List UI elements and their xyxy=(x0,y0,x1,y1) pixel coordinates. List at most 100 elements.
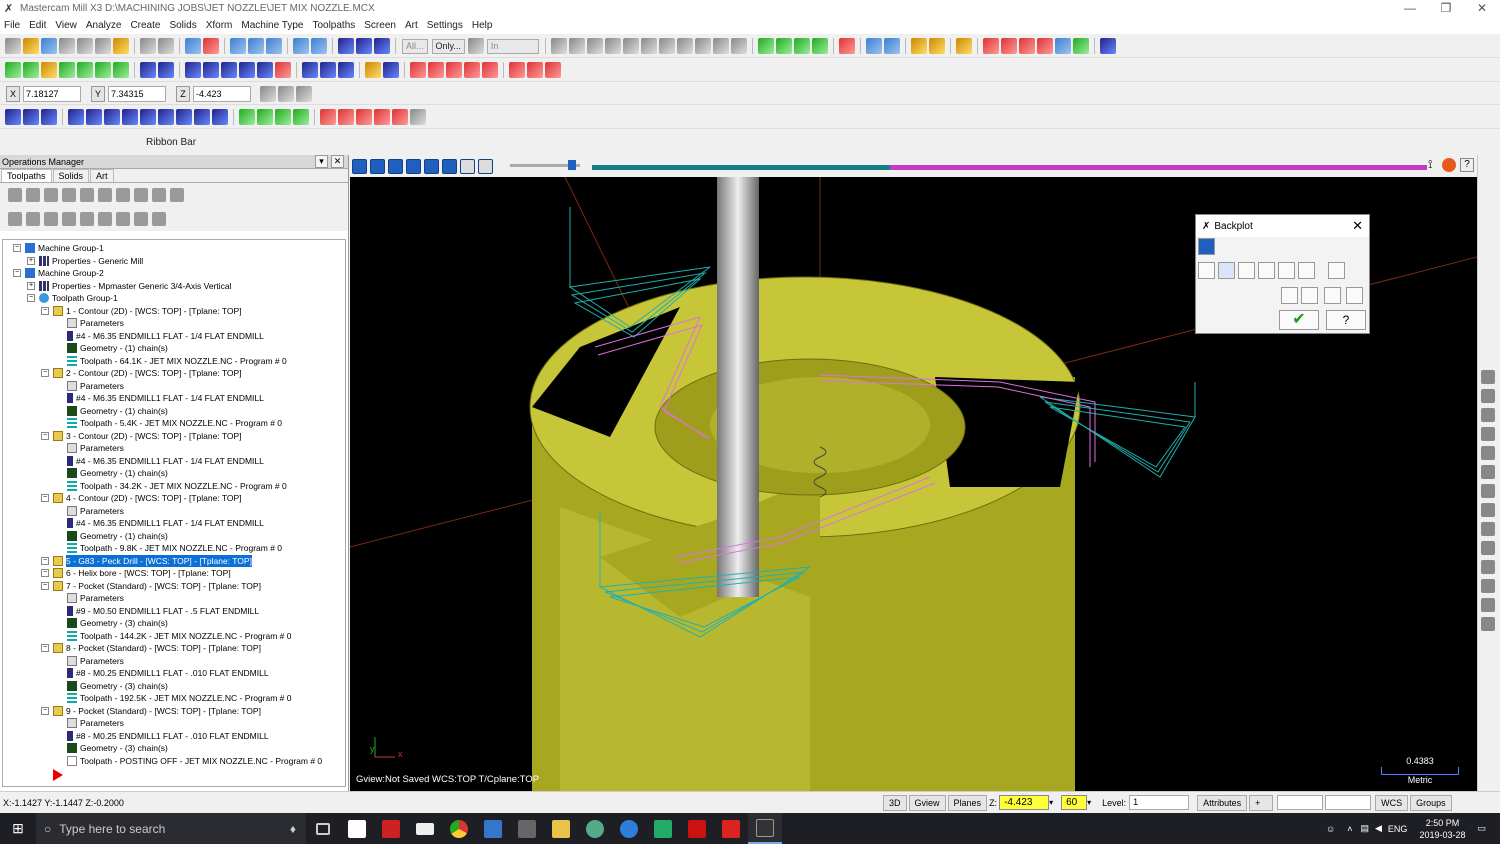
menu-file[interactable]: File xyxy=(4,20,20,31)
analyze-icon[interactable] xyxy=(676,38,693,54)
expand-toggle[interactable]: − xyxy=(41,369,49,377)
zoom-out-icon[interactable] xyxy=(293,38,309,54)
high-feed-icon[interactable] xyxy=(158,109,174,125)
window-icon[interactable] xyxy=(1099,38,1116,54)
tree-item[interactable]: Geometry - (1) chain(s) xyxy=(67,530,168,542)
zoom-window-icon[interactable] xyxy=(230,38,246,54)
backplot-close-button[interactable]: ✕ xyxy=(1352,218,1363,234)
tree-item[interactable]: Toolpath - 64.1K - JET MIX NOZZLE.NC - P… xyxy=(67,355,287,367)
menu-machine-type[interactable]: Machine Type xyxy=(241,20,303,31)
scroll-icon[interactable] xyxy=(374,109,390,125)
attributes-button[interactable]: Attributes xyxy=(1197,794,1248,811)
wireframe-icon[interactable] xyxy=(586,38,603,54)
menu-xform[interactable]: Xform xyxy=(206,20,233,31)
contour-icon[interactable] xyxy=(383,62,399,78)
z-depth-input[interactable]: -4.423 xyxy=(999,795,1050,810)
expand-toggle[interactable]: − xyxy=(41,556,49,565)
y-coordinate-input[interactable] xyxy=(108,85,166,102)
planes-button[interactable]: Planes xyxy=(947,794,988,811)
circle-icon[interactable] xyxy=(41,62,57,78)
speed-slider[interactable] xyxy=(510,160,580,170)
close-button[interactable]: ✕ xyxy=(1464,0,1500,17)
solidworks-2-icon[interactable] xyxy=(714,813,748,844)
save-icon[interactable] xyxy=(41,38,57,54)
modify-icon[interactable] xyxy=(1036,38,1053,54)
groups-button[interactable]: Groups xyxy=(1410,794,1452,811)
print-icon[interactable] xyxy=(59,38,75,54)
dialog-help-button[interactable]: ? xyxy=(1326,310,1366,330)
verify-icon[interactable] xyxy=(527,62,543,78)
chevron-down-icon[interactable]: ▾ xyxy=(1087,798,1099,807)
tree-item[interactable]: Machine Group-2 xyxy=(25,267,104,279)
tree-item[interactable]: Parameters xyxy=(67,380,124,392)
tree-item[interactable]: 3 - Contour (2D) - [WCS: TOP] - [Tplane:… xyxy=(53,430,242,442)
color-selector[interactable]: 60 xyxy=(1061,795,1088,810)
fast-point-icon[interactable] xyxy=(260,85,276,102)
front-view-icon[interactable] xyxy=(793,38,810,54)
hidden-line-icon[interactable] xyxy=(604,38,621,54)
menu-help[interactable]: Help xyxy=(472,20,493,31)
expand-toggle[interactable]: + xyxy=(27,256,35,265)
regen-dirty-ops-icon[interactable] xyxy=(62,188,76,202)
cancel-circle-icon[interactable] xyxy=(694,38,711,54)
backplot-progress[interactable] xyxy=(592,165,1427,170)
offset-icon[interactable] xyxy=(257,62,273,78)
info-icon[interactable] xyxy=(1328,262,1345,279)
display-endpoints-icon[interactable] xyxy=(1258,262,1275,279)
select-dirty-icon[interactable] xyxy=(26,188,40,202)
menu-settings[interactable]: Settings xyxy=(427,20,463,31)
tree-item[interactable]: Geometry - (3) chain(s) xyxy=(67,680,168,692)
tree-item[interactable]: #4 - M6.35 ENDMILL1 FLAT - 1/4 FLAT ENDM… xyxy=(67,330,264,342)
break-icon[interactable] xyxy=(1000,38,1017,54)
menu-analyze[interactable]: Analyze xyxy=(86,20,122,31)
collapse-dialog-icon[interactable] xyxy=(1198,238,1215,255)
tree-item[interactable]: Toolpath - POSTING OFF - JET MIX NOZZLE.… xyxy=(67,755,322,767)
expand-toggle[interactable]: − xyxy=(41,706,49,715)
hexagon-icon[interactable] xyxy=(622,38,639,54)
solids-icon[interactable] xyxy=(838,38,855,54)
tplane-icon[interactable] xyxy=(1481,446,1495,460)
measure-icon[interactable] xyxy=(1481,541,1495,555)
expand-toggle[interactable]: − xyxy=(41,569,49,577)
edit-icon[interactable] xyxy=(928,38,945,54)
speed-thumb[interactable] xyxy=(568,160,576,170)
app-blue-icon[interactable] xyxy=(476,813,510,844)
tree-item[interactable]: Parameters xyxy=(67,717,124,729)
toggle-posting-icon[interactable] xyxy=(212,109,228,125)
pocket-icon[interactable] xyxy=(410,62,426,78)
chevron-up-icon[interactable]: ˄ xyxy=(1347,824,1352,834)
gview-button[interactable]: Gview xyxy=(908,794,946,811)
backplot-icon[interactable] xyxy=(80,188,94,202)
app-red-icon[interactable] xyxy=(374,813,408,844)
camera-icon[interactable] xyxy=(1324,287,1341,304)
tree-item[interactable]: Parameters xyxy=(67,655,124,667)
zoom-target-icon[interactable] xyxy=(248,38,264,54)
mail-icon[interactable] xyxy=(408,813,442,844)
help-icon[interactable] xyxy=(730,38,747,54)
post-icon[interactable] xyxy=(545,62,561,78)
tab-art[interactable]: Art xyxy=(90,169,114,182)
tree-item[interactable]: Geometry - (3) chain(s) xyxy=(67,742,168,754)
quick-mask-icon[interactable] xyxy=(374,38,390,54)
tree-item[interactable]: Geometry - (3) chain(s) xyxy=(67,617,168,629)
insert-arrow-icon[interactable] xyxy=(53,769,63,781)
store-icon[interactable] xyxy=(340,813,374,844)
tree-item[interactable]: Machine Group-1 xyxy=(25,242,104,254)
tree-item[interactable]: Parameters xyxy=(67,505,124,517)
verify-ops-icon[interactable] xyxy=(104,109,120,125)
calculator-icon[interactable] xyxy=(510,813,544,844)
array-icon[interactable] xyxy=(275,62,291,78)
expand-toggle[interactable]: + xyxy=(27,281,35,290)
tree-item[interactable]: Geometry - (1) chain(s) xyxy=(67,405,168,417)
drill-icon[interactable] xyxy=(365,62,381,78)
tree-item[interactable]: #4 - M6.35 ENDMILL1 FLAT - 1/4 FLAT ENDM… xyxy=(67,392,264,404)
high-feed-ops-icon[interactable] xyxy=(152,188,166,202)
edge-icon[interactable] xyxy=(612,813,646,844)
expand-toggle[interactable]: − xyxy=(41,306,49,315)
notifications-icon[interactable]: ▭ xyxy=(1477,823,1486,834)
tree-item[interactable]: Toolpath Group-1 xyxy=(39,292,118,304)
dimension-snap-icon[interactable] xyxy=(1481,522,1495,536)
rewind-icon[interactable] xyxy=(388,158,403,174)
iso-view-icon[interactable] xyxy=(757,38,774,54)
note-icon[interactable] xyxy=(338,62,354,78)
